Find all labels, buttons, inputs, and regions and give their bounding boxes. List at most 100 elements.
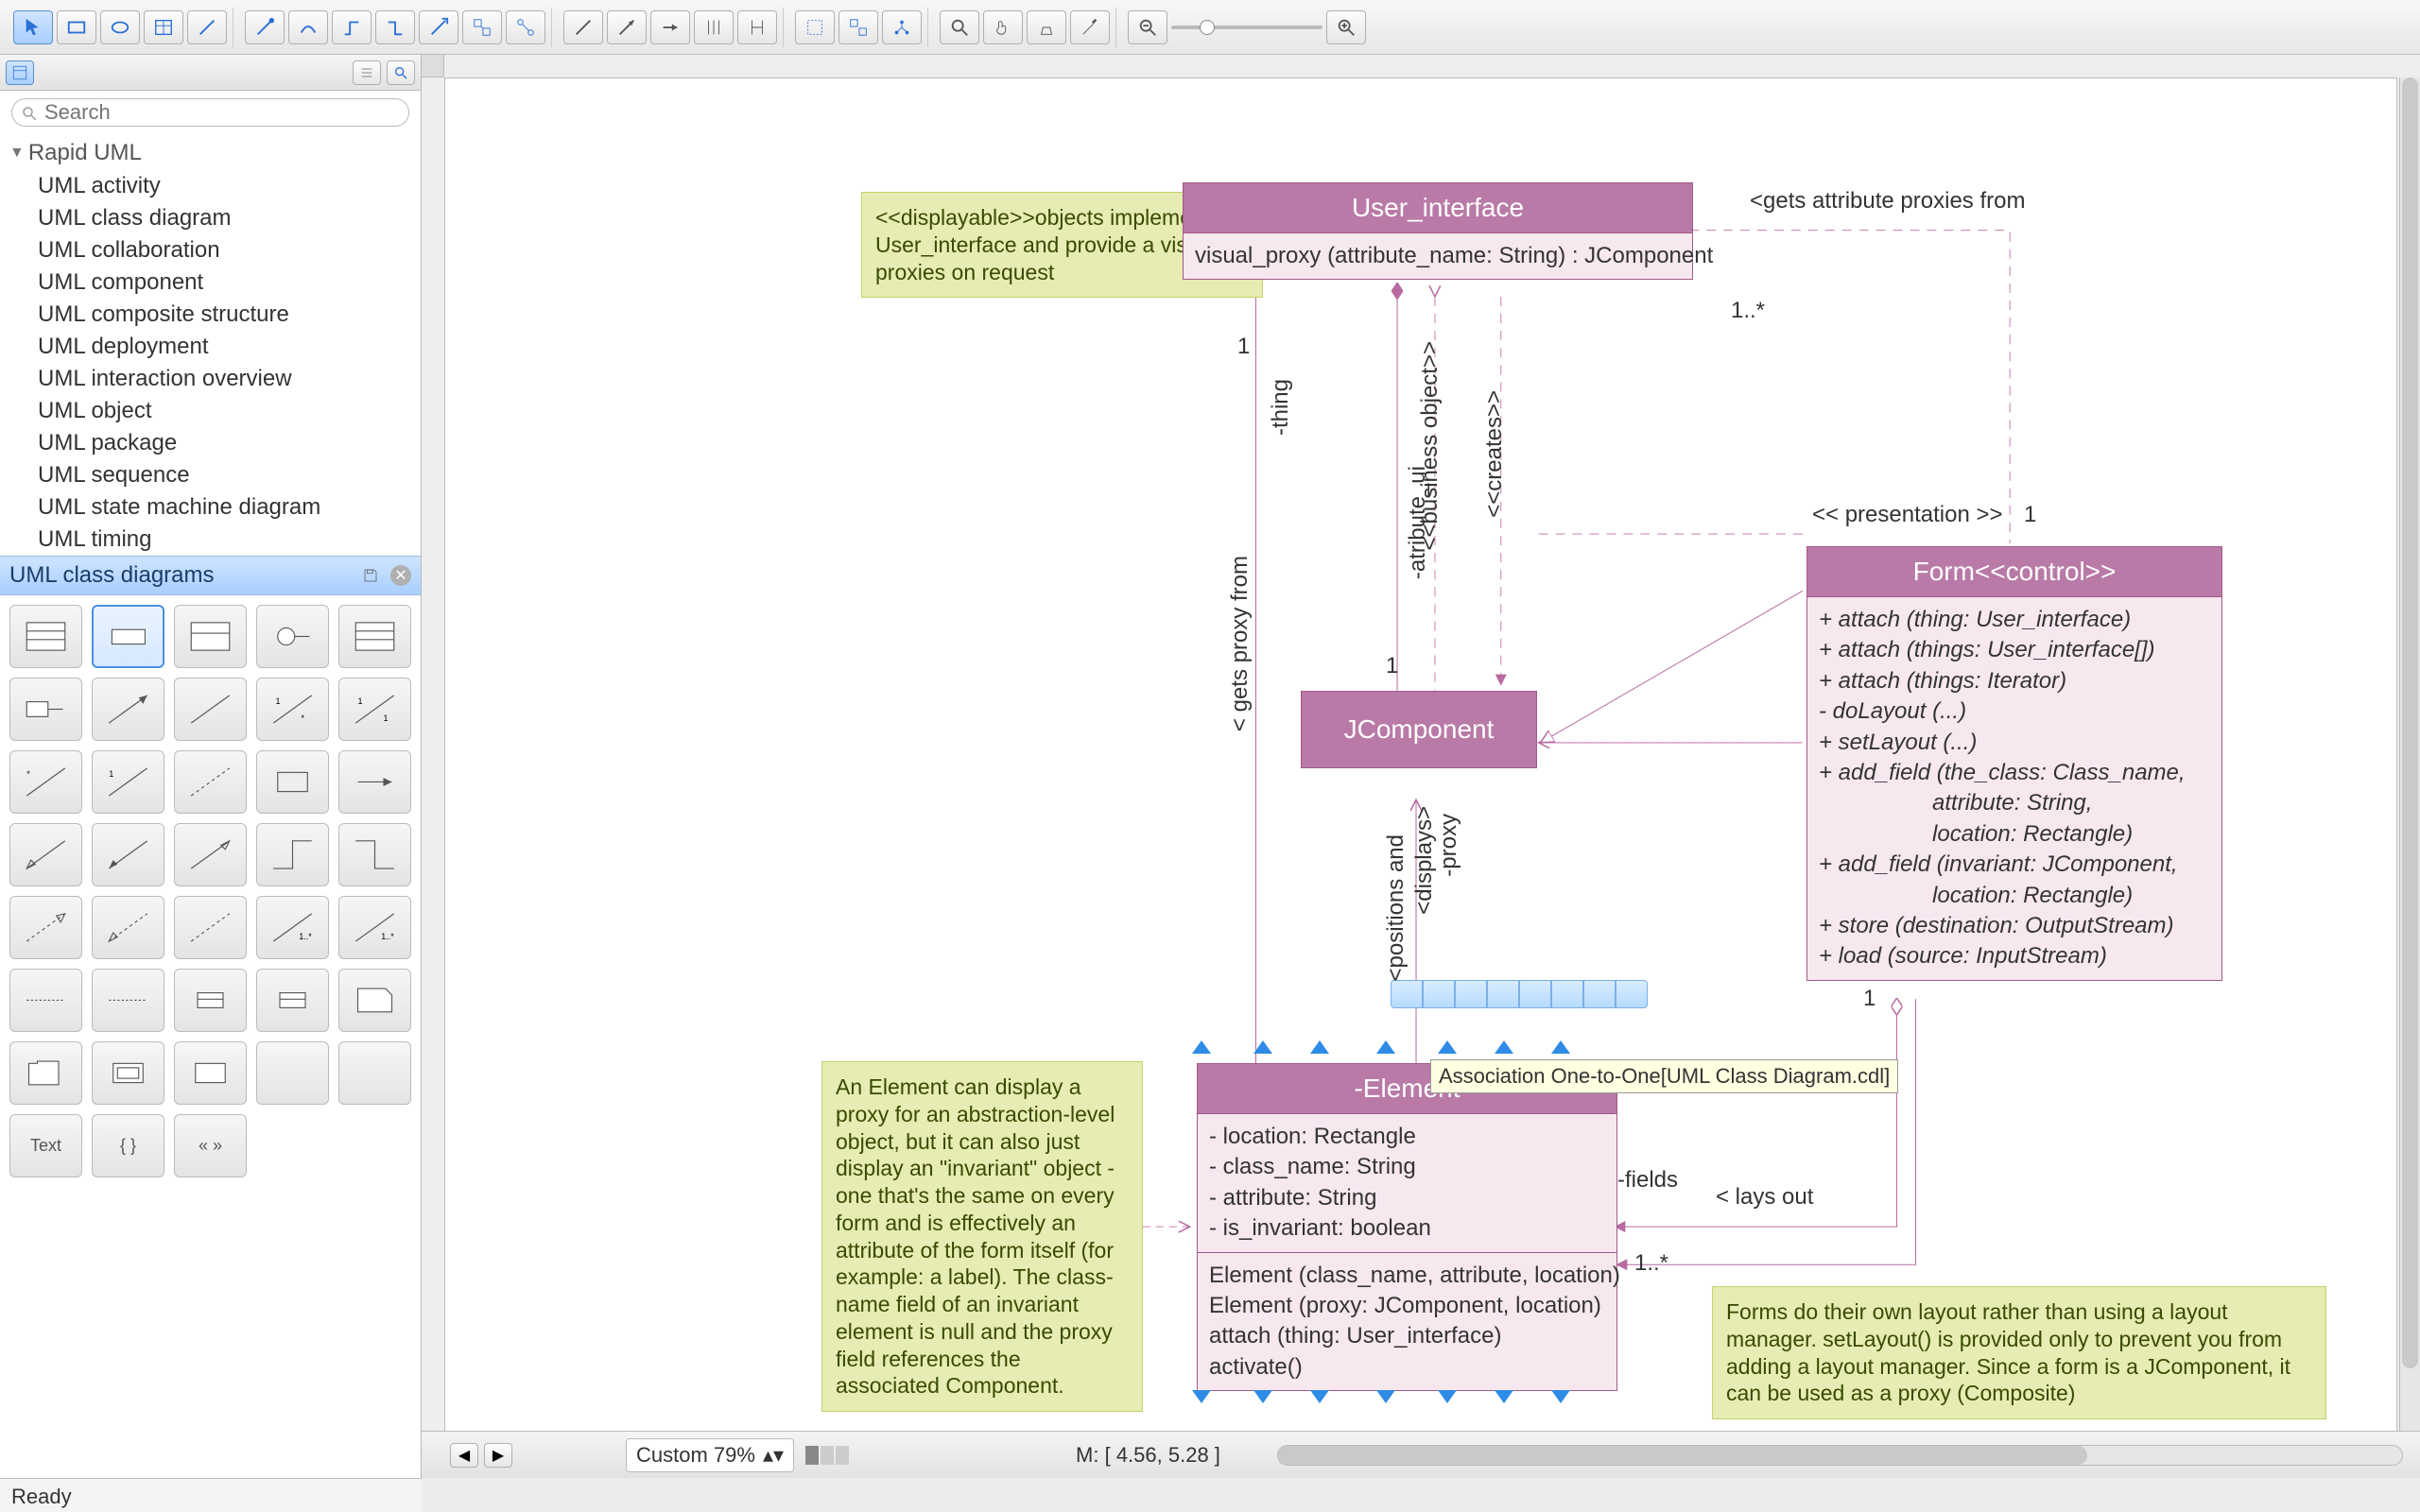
palette-item[interactable] <box>174 969 247 1032</box>
edit-3[interactable] <box>650 10 690 44</box>
palette-item[interactable] <box>174 823 247 886</box>
palette-item[interactable] <box>92 605 164 668</box>
selection-mini-toolbar[interactable] <box>1391 980 1648 1008</box>
palette-item[interactable] <box>9 823 82 886</box>
zoom-hand-4[interactable] <box>1070 10 1110 44</box>
layout-1[interactable] <box>795 10 835 44</box>
tree-item[interactable]: UML interaction overview <box>0 363 421 395</box>
list-view-icon[interactable] <box>353 60 381 85</box>
uml-class-element[interactable]: -Element - location: Rectangle - class_n… <box>1197 1063 1617 1391</box>
palette-item[interactable] <box>174 750 247 814</box>
tree-header[interactable]: ▼Rapid UML <box>0 136 421 170</box>
conn-3[interactable] <box>332 10 372 44</box>
uml-class-user-interface[interactable]: User_interface visual_proxy (attribute_n… <box>1183 182 1693 280</box>
zoom-slider[interactable] <box>1171 26 1322 29</box>
palette-item[interactable]: * <box>9 750 82 814</box>
palette-item[interactable] <box>338 750 411 814</box>
uml-note-element[interactable]: An Element can display a proxy for an ab… <box>821 1061 1143 1412</box>
palette-item[interactable]: { } <box>92 1114 164 1177</box>
palette-item[interactable] <box>256 605 329 668</box>
palette-item[interactable] <box>9 969 82 1032</box>
palette-item[interactable] <box>256 750 329 814</box>
search-toggle-icon[interactable] <box>387 60 415 85</box>
tree-item[interactable]: UML deployment <box>0 331 421 363</box>
library-tab-icon[interactable] <box>6 60 34 85</box>
palette-item[interactable] <box>256 969 329 1032</box>
edit-1[interactable] <box>563 10 603 44</box>
palette-item[interactable] <box>256 823 329 886</box>
page-next[interactable]: ▶ <box>484 1443 512 1468</box>
conn-4[interactable] <box>375 10 415 44</box>
palette-item[interactable] <box>174 605 247 668</box>
zoom-readout[interactable]: Custom 79%▴▾ <box>626 1438 794 1472</box>
palette-item[interactable] <box>9 896 82 959</box>
uml-class-jcomponent[interactable]: JComponent <box>1301 691 1537 768</box>
palette-item[interactable] <box>338 1041 411 1105</box>
layout-3[interactable] <box>882 10 922 44</box>
tree-item[interactable]: UML composite structure <box>0 299 421 331</box>
table-tool[interactable] <box>144 10 183 44</box>
rect-tool[interactable] <box>57 10 96 44</box>
zoom-hand-1[interactable] <box>940 10 979 44</box>
line-tool[interactable] <box>187 10 227 44</box>
palette-item[interactable] <box>338 969 411 1032</box>
tree-item[interactable]: UML collaboration <box>0 234 421 266</box>
tree-item[interactable]: UML sequence <box>0 459 421 491</box>
uml-note-form[interactable]: Forms do their own layout rather than us… <box>1712 1286 2326 1419</box>
palette-item[interactable] <box>338 823 411 886</box>
horizontal-scrollbar[interactable] <box>1277 1445 2403 1466</box>
palette-item[interactable] <box>174 896 247 959</box>
conn-7[interactable] <box>506 10 545 44</box>
tree-item[interactable]: UML object <box>0 395 421 427</box>
palette-item[interactable]: « » <box>174 1114 247 1177</box>
palette-save-icon[interactable] <box>360 565 381 586</box>
palette-item[interactable] <box>92 896 164 959</box>
palette-item[interactable] <box>92 969 164 1032</box>
palette-item[interactable] <box>174 1041 247 1105</box>
tree-item[interactable]: UML component <box>0 266 421 299</box>
conn-2[interactable] <box>288 10 328 44</box>
palette-item[interactable] <box>9 605 82 668</box>
edge-label: -thing <box>1268 379 1294 436</box>
edit-2[interactable] <box>607 10 647 44</box>
tree-item[interactable]: UML package <box>0 427 421 459</box>
page-prev[interactable]: ◀ <box>450 1443 478 1468</box>
palette-item[interactable]: 11 <box>338 678 411 741</box>
vertical-scrollbar[interactable] <box>2399 77 2420 1436</box>
palette-item[interactable]: 1..* <box>256 896 329 959</box>
palette-item[interactable]: 1 <box>92 750 164 814</box>
ellipse-tool[interactable] <box>100 10 140 44</box>
diagram-canvas[interactable]: <<displayable>>objects implement User_in… <box>444 77 2397 1436</box>
palette-item[interactable] <box>92 823 164 886</box>
tree-item[interactable]: UML state machine diagram <box>0 491 421 524</box>
palette-item[interactable]: 1* <box>256 678 329 741</box>
svg-text:*: * <box>26 769 30 779</box>
palette-item[interactable] <box>92 1041 164 1105</box>
conn-1[interactable] <box>245 10 285 44</box>
conn-6[interactable] <box>462 10 502 44</box>
palette-item[interactable] <box>92 678 164 741</box>
layout-2[interactable] <box>838 10 878 44</box>
zoom-out[interactable] <box>1128 10 1167 44</box>
uml-class-form[interactable]: Form<<control>> + attach (thing: User_in… <box>1806 546 2222 981</box>
tree-item[interactable]: UML activity <box>0 170 421 202</box>
conn-5[interactable] <box>419 10 458 44</box>
palette-item[interactable] <box>174 678 247 741</box>
zoom-hand-3[interactable] <box>1027 10 1066 44</box>
zoom-in[interactable] <box>1326 10 1366 44</box>
tree-item[interactable]: UML class diagram <box>0 202 421 234</box>
palette-item[interactable] <box>9 678 82 741</box>
pointer-tool[interactable] <box>13 10 53 44</box>
tree-item[interactable]: UML timing <box>0 524 421 556</box>
palette-item[interactable] <box>256 1041 329 1105</box>
zoom-hand-2[interactable] <box>983 10 1023 44</box>
edit-5[interactable] <box>737 10 777 44</box>
edit-4[interactable] <box>694 10 734 44</box>
palette-close-icon[interactable]: ✕ <box>390 565 411 586</box>
search-input[interactable] <box>11 98 409 127</box>
palette-item[interactable]: 1..* <box>338 896 411 959</box>
palette-item[interactable] <box>338 605 411 668</box>
palette-item-text[interactable]: Text <box>9 1114 82 1177</box>
palette-item[interactable] <box>9 1041 82 1105</box>
svg-text:1..*: 1..* <box>299 932 312 941</box>
